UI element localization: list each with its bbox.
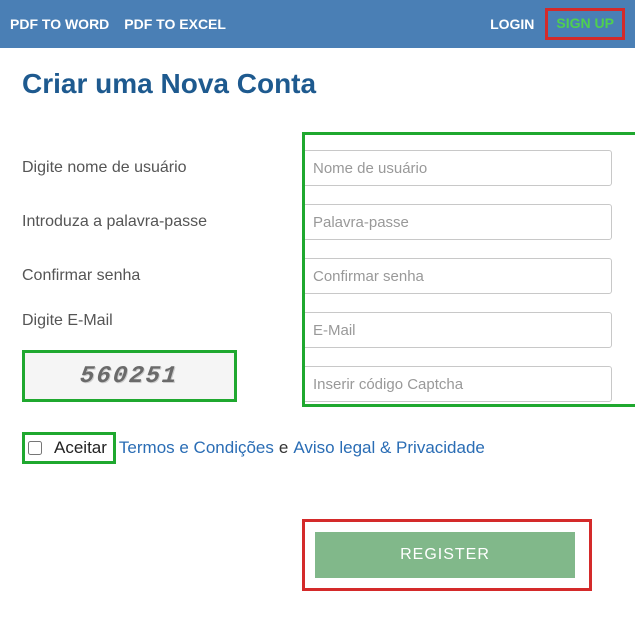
register-button[interactable]: REGISTER: [315, 532, 575, 578]
username-label: Digite nome de usuário: [22, 159, 302, 177]
confirm-input[interactable]: [302, 258, 612, 294]
row-confirm: Confirmar senha: [22, 258, 617, 294]
confirm-label: Confirmar senha: [22, 267, 302, 285]
row-email-captcha: Digite E-Mail 560251: [22, 312, 617, 402]
signup-link[interactable]: SIGN UP: [556, 15, 614, 31]
nav-pdf-to-excel[interactable]: PDF TO EXCEL: [124, 16, 226, 32]
register-wrap: REGISTER: [302, 519, 592, 591]
topbar-left: PDF TO WORD PDF TO EXCEL: [10, 16, 226, 32]
row-username: Digite nome de usuário: [22, 150, 617, 186]
signup-highlight: SIGN UP: [545, 8, 625, 40]
accept-checkbox[interactable]: [28, 441, 42, 455]
topbar: PDF TO WORD PDF TO EXCEL LOGIN SIGN UP: [0, 0, 635, 48]
nav-pdf-to-word[interactable]: PDF TO WORD: [10, 16, 109, 32]
terms-row: Aceitar Termos e Condições e Aviso legal…: [22, 432, 617, 464]
terms-separator: e: [279, 438, 288, 458]
terms-link[interactable]: Termos e Condições: [119, 438, 274, 458]
password-input[interactable]: [302, 204, 612, 240]
password-label: Introduza a palavra-passe: [22, 213, 302, 231]
register-highlight: REGISTER: [302, 519, 592, 591]
captcha-image: 560251: [22, 350, 237, 402]
topbar-right: LOGIN SIGN UP: [490, 8, 625, 40]
accept-highlight: Aceitar: [22, 432, 116, 464]
captcha-input[interactable]: [302, 366, 612, 402]
username-input[interactable]: [302, 150, 612, 186]
row-password: Introduza a palavra-passe: [22, 204, 617, 240]
page-title: Criar uma Nova Conta: [22, 68, 617, 100]
email-label: Digite E-Mail: [22, 312, 302, 330]
email-input[interactable]: [302, 312, 612, 348]
content: Criar uma Nova Conta Digite nome de usuá…: [0, 48, 635, 591]
captcha-code: 560251: [79, 363, 180, 390]
accept-label: Aceitar: [54, 438, 107, 458]
login-link[interactable]: LOGIN: [490, 16, 534, 32]
captcha-left-col: Digite E-Mail 560251: [22, 312, 302, 402]
form-area: Digite nome de usuário Introduza a palav…: [22, 150, 617, 402]
privacy-link[interactable]: Aviso legal & Privacidade: [293, 438, 485, 458]
captcha-right-col: [302, 312, 612, 402]
